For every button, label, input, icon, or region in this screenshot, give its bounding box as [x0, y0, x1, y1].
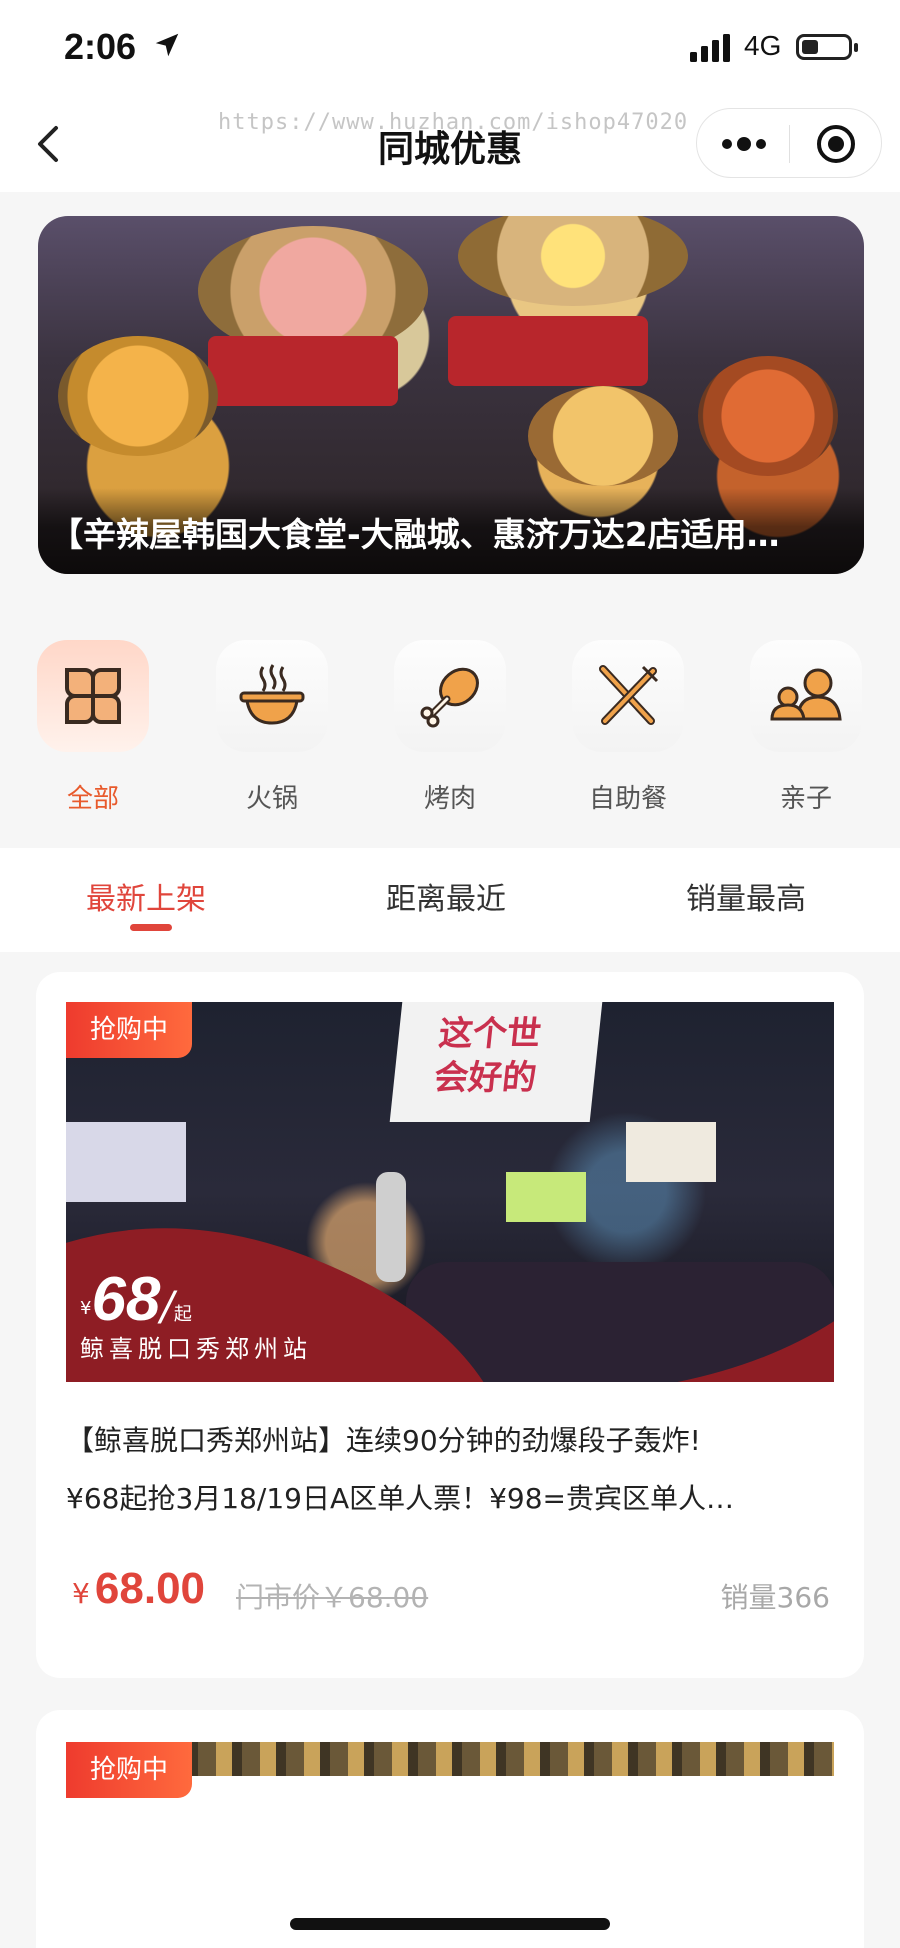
image-price-overlay: ¥68/起 鲸喜脱口秀郑州站 [80, 1264, 312, 1364]
sort-tabs: 最新上架 距离最近 销量最高 [0, 848, 900, 952]
network-type: 4G [744, 30, 782, 61]
product-title-line: 【鲸喜脱口秀郑州站】连续90分钟的劲爆段子轰炸! [66, 1424, 701, 1457]
category-item-buffet[interactable]: 自助餐 [568, 640, 688, 815]
overlay-price: 68 [91, 1265, 161, 1334]
category-item-all[interactable]: 全部 [33, 640, 153, 815]
tab-newest[interactable]: 最新上架 [86, 874, 206, 918]
battery-icon [796, 34, 858, 60]
status-badge: 抢购中 [66, 1742, 193, 1798]
home-indicator [290, 1918, 610, 1930]
overlay-venue: 鲸喜脱口秀郑州站 [80, 1335, 312, 1363]
signal-icon [690, 34, 730, 62]
more-dots-icon[interactable] [719, 131, 769, 157]
promo-banner[interactable]: 【辛辣屋韩国大食堂-大融城、惠济万达2店适用… [38, 216, 864, 574]
category-icon-box [572, 640, 684, 752]
overlay-currency: ¥ [80, 1298, 92, 1319]
status-bar: 2:06 4G [0, 0, 900, 96]
hanging-banner-image: 这个世 会好的 [389, 1002, 603, 1122]
stage-sign-image [66, 1122, 186, 1202]
capsule-divider [789, 125, 790, 163]
parent-child-icon [770, 668, 842, 721]
category-icon-box [37, 640, 149, 752]
drumstick-icon [420, 667, 479, 728]
overlay-from: 起 [173, 1304, 192, 1325]
category-icon-box [216, 640, 328, 752]
stage-sign-image [626, 1122, 716, 1182]
neon-sign-image [506, 1172, 586, 1222]
hanging-banner-text: 这个世 会好的 [432, 1014, 544, 1098]
watermark: https://www.huzhan.com/ishop47020 [218, 110, 689, 135]
banner-food-image [528, 386, 678, 486]
product-title[interactable]: 【鲸喜脱口秀郑州站】连续90分钟的劲爆段子轰炸! ¥68起抢3月18/19日A区… [66, 1412, 846, 1528]
product-card[interactable]: 这个世 会好的 ¥68/起 鲸喜脱口秀郑州站 抢购中 【鲸喜脱口秀郑州站】连续9… [36, 972, 864, 1678]
banner-caption: 【辛辣屋韩国大食堂-大融城、惠济万达2店适用… [50, 515, 780, 554]
price-symbol: ¥ [72, 1577, 90, 1610]
product-price: ¥ 68.00 [72, 1564, 205, 1614]
category-bar: 全部 火锅 烤肉 自助餐 亲子 [0, 600, 900, 848]
category-label: 火锅 [245, 784, 298, 814]
banner-caption-bar: 【辛辣屋韩国大食堂-大融城、惠济万达2店适用… [38, 488, 864, 574]
banner-grill-image [208, 336, 398, 406]
category-label: 烤肉 [423, 784, 476, 814]
close-target-icon[interactable] [815, 123, 857, 165]
nav-bar: 同城优惠 https://www.huzhan.com/ishop47020 [0, 96, 900, 192]
active-tab-indicator [130, 924, 172, 931]
category-label: 全部 [66, 784, 119, 814]
category-label: 自助餐 [588, 784, 667, 814]
banner-grill-image [448, 316, 648, 386]
clover-grid-icon [65, 668, 121, 724]
product-image[interactable]: 这个世 会好的 ¥68/起 鲸喜脱口秀郑州站 [66, 1002, 834, 1382]
location-arrow-icon [155, 33, 179, 57]
category-icon-box [394, 640, 506, 752]
tab-nearest[interactable]: 距离最近 [386, 874, 506, 918]
category-item-bbq[interactable]: 烤肉 [390, 640, 510, 815]
sales-count: 销量366 [720, 1581, 830, 1614]
banner-food-image [458, 216, 688, 306]
product-title-line: ¥68起抢3月18/19日A区单人票！¥98=贵宾区单人… [66, 1482, 735, 1515]
category-icon-box [750, 640, 862, 752]
original-price: 门市价￥68.00 [236, 1581, 429, 1614]
tab-best-selling[interactable]: 销量最高 [686, 874, 806, 918]
category-label: 亲子 [779, 784, 832, 814]
knife-fork-icon [599, 665, 659, 725]
category-item-hotpot[interactable]: 火锅 [212, 640, 332, 815]
banner-food-image [698, 356, 838, 476]
status-badge: 抢购中 [66, 1002, 193, 1058]
category-item-family[interactable]: 亲子 [746, 640, 866, 815]
mini-program-capsule [696, 108, 882, 178]
hotpot-icon [239, 664, 305, 725]
price-value: 68.00 [94, 1564, 206, 1613]
product-card[interactable]: 抢购中 [36, 1710, 864, 1948]
overlay-slash: / [160, 1284, 174, 1330]
status-time: 2:06 [64, 26, 137, 67]
banner-food-image [58, 336, 218, 456]
